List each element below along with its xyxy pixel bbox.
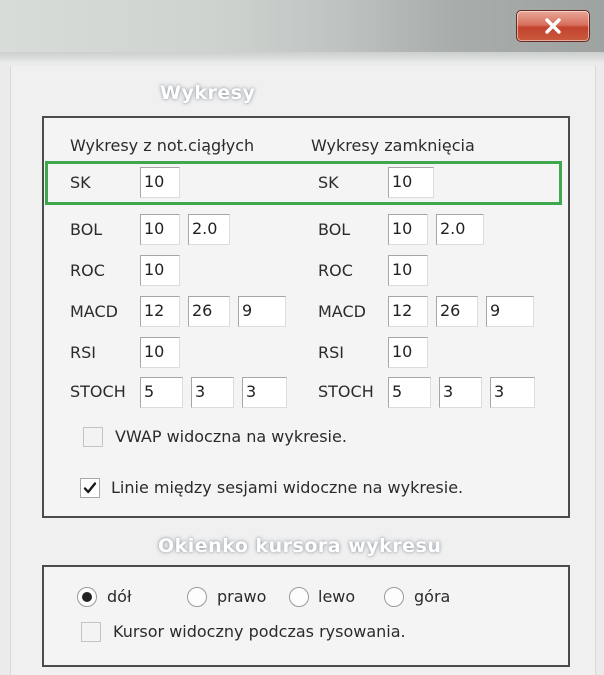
cursor-section-title: Okienko kursora wykresu [158, 535, 442, 557]
right-bol-deviation-input[interactable]: 2.0 [436, 214, 484, 245]
right-macd-slow-input[interactable]: 26 [436, 296, 478, 327]
left-rsi-label: RSI [70, 343, 96, 362]
right-roc-period-input[interactable]: 10 [388, 255, 428, 286]
radio-left-label: lewo [318, 587, 356, 606]
title-bar[interactable] [0, 0, 604, 62]
right-stoch-label: STOCH [318, 382, 374, 401]
right-rsi-label: RSI [318, 343, 344, 362]
right-stoch-k-input[interactable]: 5 [388, 377, 431, 408]
right-roc-label: ROC [318, 261, 353, 280]
left-macd-label: MACD [70, 302, 118, 321]
radio-selected-dot [82, 592, 92, 602]
cursor-groupbox [42, 565, 570, 667]
left-roc-period-input[interactable]: 10 [140, 255, 180, 286]
right-stoch-d-input[interactable]: 3 [439, 377, 482, 408]
left-sk-period-input[interactable]: 10 [140, 167, 180, 198]
right-sk-label: SK [318, 173, 339, 192]
left-roc-label: ROC [70, 261, 105, 280]
cursor-visible-checkbox[interactable] [81, 622, 101, 642]
right-bol-label: BOL [318, 220, 351, 239]
radio-bottom[interactable] [77, 587, 97, 607]
radio-right[interactable] [187, 587, 207, 607]
left-stoch-k-input[interactable]: 5 [140, 377, 183, 408]
right-macd-fast-input[interactable]: 12 [388, 296, 428, 327]
right-macd-label: MACD [318, 302, 366, 321]
close-button[interactable] [516, 10, 590, 42]
right-macd-signal-input[interactable]: 9 [486, 296, 534, 327]
vwap-label: VWAP widoczna na wykresie. [115, 427, 347, 446]
radio-left[interactable] [289, 587, 309, 607]
closing-charts-heading: Wykresy zamknięcia [311, 136, 475, 155]
dialog-window: Wykresy Wykresy z not.ciągłych Wykresy z… [0, 0, 604, 675]
left-macd-fast-input[interactable]: 12 [140, 296, 180, 327]
left-bol-deviation-input[interactable]: 2.0 [188, 214, 230, 245]
session-lines-label: Linie między sesjami widoczne na wykresi… [111, 478, 464, 497]
right-stoch-slowing-input[interactable]: 3 [490, 377, 535, 408]
cursor-visible-label: Kursor widoczny podczas rysowania. [113, 622, 406, 641]
left-stoch-d-input[interactable]: 3 [191, 377, 234, 408]
right-rsi-period-input[interactable]: 10 [388, 337, 428, 368]
checkmark-icon [83, 482, 97, 494]
left-macd-signal-input[interactable]: 9 [238, 296, 286, 327]
left-bol-label: BOL [70, 220, 103, 239]
left-macd-slow-input[interactable]: 26 [188, 296, 230, 327]
right-bol-period-input[interactable]: 10 [388, 214, 428, 245]
right-sk-period-input[interactable]: 10 [388, 167, 434, 198]
radio-right-label: prawo [217, 587, 267, 606]
charts-section-title: Wykresy [160, 82, 256, 104]
left-sk-label: SK [70, 173, 91, 192]
vwap-checkbox[interactable] [83, 427, 103, 447]
sk-row-highlight [45, 161, 562, 205]
left-bol-period-input[interactable]: 10 [140, 214, 180, 245]
left-rsi-period-input[interactable]: 10 [140, 337, 180, 368]
continuous-charts-heading: Wykresy z not.ciągłych [70, 136, 255, 155]
left-stoch-slowing-input[interactable]: 3 [242, 377, 287, 408]
radio-top-label: góra [414, 587, 451, 606]
radio-top[interactable] [384, 587, 404, 607]
radio-bottom-label: dół [107, 587, 132, 606]
left-stoch-label: STOCH [70, 382, 126, 401]
close-icon [545, 18, 561, 34]
session-lines-checkbox[interactable] [80, 478, 100, 498]
